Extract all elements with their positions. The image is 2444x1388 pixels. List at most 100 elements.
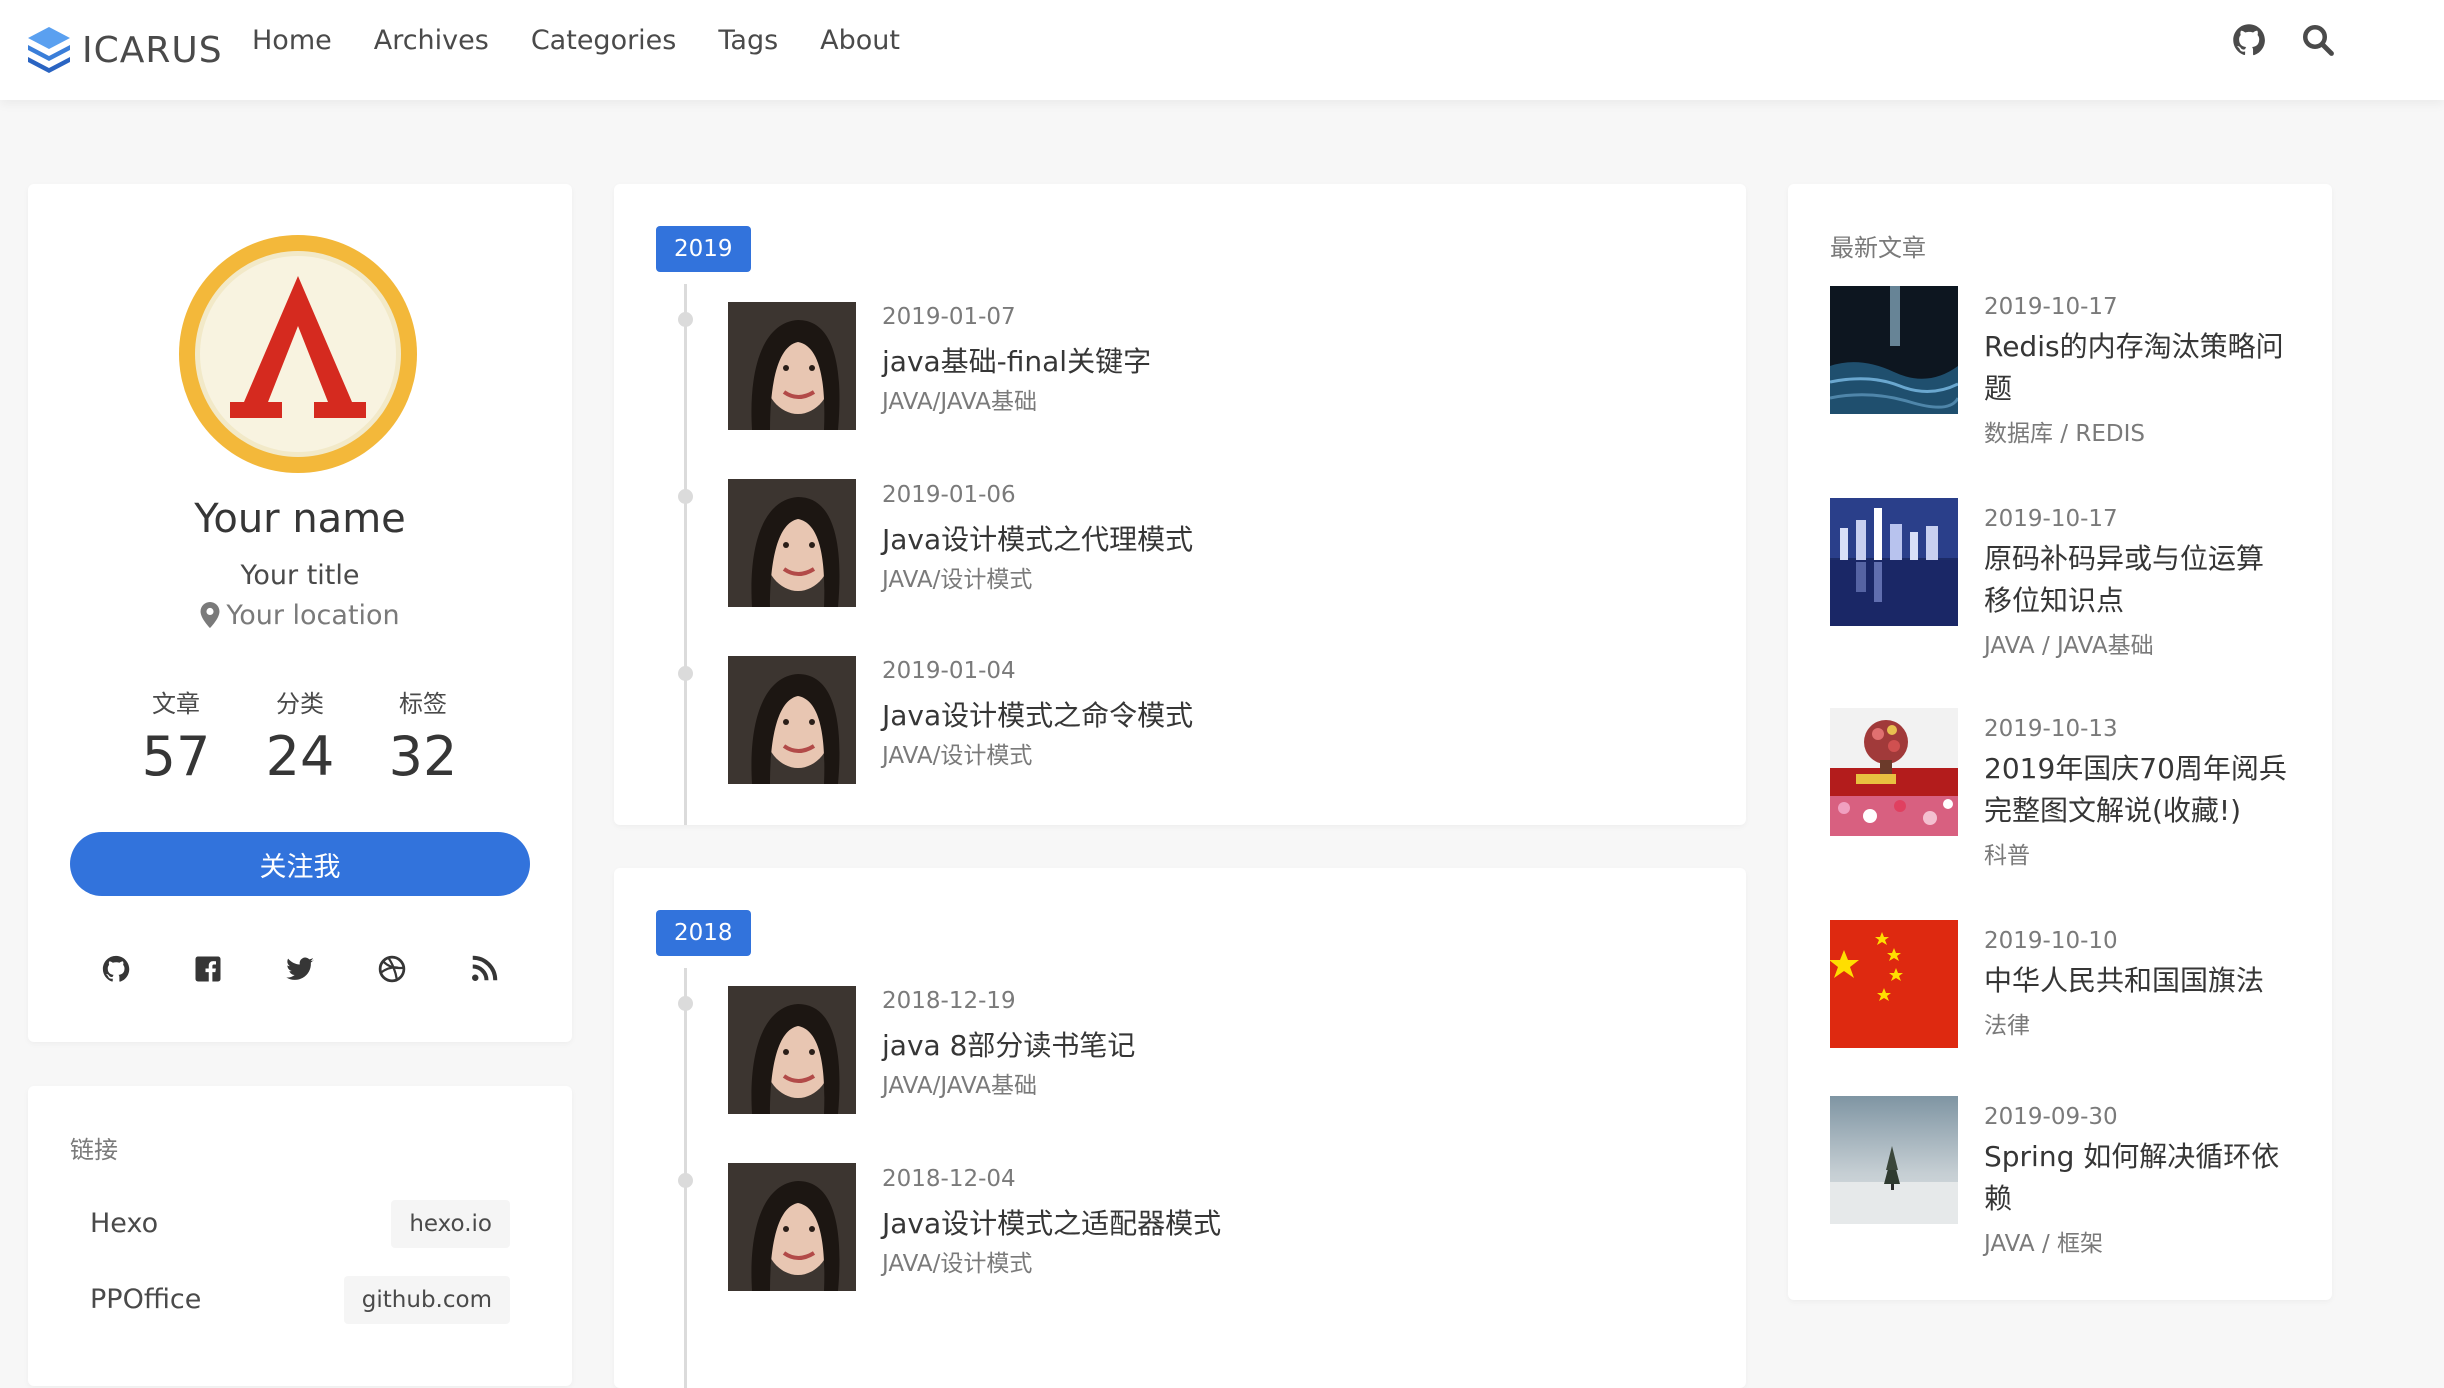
post-thumbnail[interactable] [728, 986, 856, 1114]
post-thumbnail[interactable] [728, 656, 856, 784]
rss-icon[interactable] [469, 954, 505, 990]
dribbble-icon[interactable] [377, 954, 413, 990]
search-icon[interactable] [2300, 22, 2336, 58]
stat-label: 分类 [276, 690, 324, 718]
stat-tags[interactable]: 标签 32 [353, 684, 493, 788]
post-date: 2019-01-07 [882, 304, 1016, 330]
post-thumbnail[interactable] [728, 302, 856, 430]
post-date: 2018-12-19 [882, 988, 1016, 1014]
link-ppoffice-domain: github.com [343, 1276, 510, 1324]
recent-thumbnail[interactable] [1830, 498, 1958, 626]
stat-label: 标签 [399, 690, 447, 718]
post-date: 2019-01-04 [882, 658, 1016, 684]
recent-date: 2019-10-17 [1984, 506, 2118, 532]
facebook-icon[interactable] [193, 954, 229, 990]
github-icon[interactable] [2231, 22, 2267, 58]
avatar [179, 235, 417, 473]
link-hexo-domain: hexo.io [391, 1200, 510, 1248]
recent-heading: 最新文章 [1830, 234, 1926, 262]
recent-date: 2019-09-30 [1984, 1104, 2118, 1130]
profile-name: Your name [194, 496, 406, 542]
post-title[interactable]: java基础-final关键字 [882, 340, 1151, 380]
timeline-dot [678, 312, 693, 327]
twitter-icon[interactable] [285, 954, 321, 990]
post-category[interactable]: JAVA/设计模式 [882, 560, 1032, 594]
recent-title-line: 赖 [1984, 1182, 2013, 1215]
recent-category[interactable]: 法律 [1984, 1006, 2030, 1040]
recent-thumbnail[interactable] [1830, 708, 1958, 836]
stat-label: 文章 [152, 690, 200, 718]
profile-title: Your title [240, 560, 360, 591]
recent-thumbnail[interactable] [1830, 920, 1958, 1048]
recent-date: 2019-10-17 [1984, 294, 2118, 320]
timeline-line [684, 284, 687, 825]
recent-category[interactable]: JAVA / JAVA基础 [1984, 626, 2154, 660]
nav-about[interactable]: About [820, 25, 900, 56]
stat-value: 57 [141, 725, 211, 788]
brand-name: ICARUS [82, 29, 223, 71]
timeline-dot [678, 1173, 693, 1188]
year-tag[interactable]: 2019 [656, 226, 751, 272]
recent-title[interactable]: 中华人民共和国国旗法 [1984, 960, 2294, 1002]
profile-card: Your name Your title Your location 文章 57… [28, 184, 572, 1042]
link-ppoffice[interactable]: PPOffice [90, 1284, 201, 1315]
post-category[interactable]: JAVA/JAVA基础 [882, 382, 1037, 416]
recent-title[interactable]: Spring 如何解决循环依赖 [1984, 1136, 2294, 1220]
stat-value: 24 [265, 725, 335, 788]
links-heading: 链接 [70, 1136, 118, 1164]
map-marker-icon [200, 602, 220, 628]
timeline-dot [678, 666, 693, 681]
recent-date: 2019-10-13 [1984, 716, 2118, 742]
recent-title-line: 中华人民共和国国旗法 [1984, 964, 2265, 997]
github-icon[interactable] [101, 954, 137, 990]
post-category[interactable]: JAVA/设计模式 [882, 1244, 1032, 1278]
recent-title-line: Redis的内存淘汰策略问 [1984, 330, 2284, 363]
recent-title[interactable]: 2019年国庆70周年阅兵 完整图文解说(收藏!) [1984, 748, 2294, 832]
recent-title-line: Spring 如何解决循环依 [1984, 1140, 2280, 1173]
post-category[interactable]: JAVA/设计模式 [882, 736, 1032, 770]
recent-thumbnail[interactable] [1830, 1096, 1958, 1224]
timeline-dot [678, 996, 693, 1011]
follow-button[interactable]: 关注我 [70, 832, 530, 896]
post-thumbnail[interactable] [728, 479, 856, 607]
recent-title-line: 完整图文解说(收藏!) [1984, 794, 2242, 827]
post-category[interactable]: JAVA/JAVA基础 [882, 1066, 1037, 1100]
nav-home[interactable]: Home [252, 25, 332, 56]
stat-posts[interactable]: 文章 57 [106, 684, 246, 788]
recent-title-line: 原码补码异或与位运算 [1984, 542, 2265, 575]
post-thumbnail[interactable] [728, 1163, 856, 1291]
recent-category[interactable]: 数据库 / REDIS [1984, 414, 2145, 448]
recent-date: 2019-10-10 [1984, 928, 2118, 954]
post-title[interactable]: Java设计模式之命令模式 [882, 694, 1193, 734]
nav-tags[interactable]: Tags [718, 25, 778, 56]
profile-location-text: Your location [226, 600, 400, 631]
link-hexo[interactable]: Hexo [90, 1208, 158, 1239]
recent-category[interactable]: 科普 [1984, 836, 2030, 870]
nav-archives[interactable]: Archives [374, 25, 489, 56]
recent-title[interactable]: Redis的内存淘汰策略问题 [1984, 326, 2294, 410]
layers-logo-icon [28, 27, 70, 73]
recent-title-line: 题 [1984, 372, 2013, 405]
post-date: 2019-01-06 [882, 482, 1016, 508]
recent-title-line: 2019年国庆70周年阅兵 [1984, 752, 2287, 785]
recent-category[interactable]: JAVA / 框架 [1984, 1224, 2103, 1258]
post-date: 2018-12-04 [882, 1166, 1016, 1192]
recent-title-line: 移位知识点 [1984, 584, 2125, 617]
brand-logo[interactable]: ICARUS [26, 16, 223, 84]
nav-links: Home Archives Categories Tags About [252, 0, 942, 80]
navbar: ICARUS Home Archives Categories Tags Abo… [0, 0, 2444, 100]
nav-categories[interactable]: Categories [531, 25, 677, 56]
recent-posts-card: 最新文章 2019-10-17 Redis的内存淘汰策略问题 数据库 / RED… [1788, 184, 2332, 1300]
post-title[interactable]: java 8部分读书笔记 [882, 1024, 1135, 1064]
recent-thumbnail[interactable] [1830, 286, 1958, 414]
timeline-card-2018: 2018 2018-12-19 java 8部分读书笔记 JAVA/JAVA基础… [614, 868, 1746, 1388]
recent-title[interactable]: 原码补码异或与位运算 移位知识点 [1984, 538, 2294, 622]
stat-value: 32 [388, 725, 458, 788]
timeline-dot [678, 489, 693, 504]
post-title[interactable]: Java设计模式之代理模式 [882, 518, 1193, 558]
year-tag[interactable]: 2018 [656, 910, 751, 956]
links-card: 链接 Hexo hexo.io PPOffice github.com [28, 1086, 572, 1386]
post-title[interactable]: Java设计模式之适配器模式 [882, 1202, 1221, 1242]
profile-location: Your location [28, 600, 572, 631]
stat-categories[interactable]: 分类 24 [230, 684, 370, 788]
